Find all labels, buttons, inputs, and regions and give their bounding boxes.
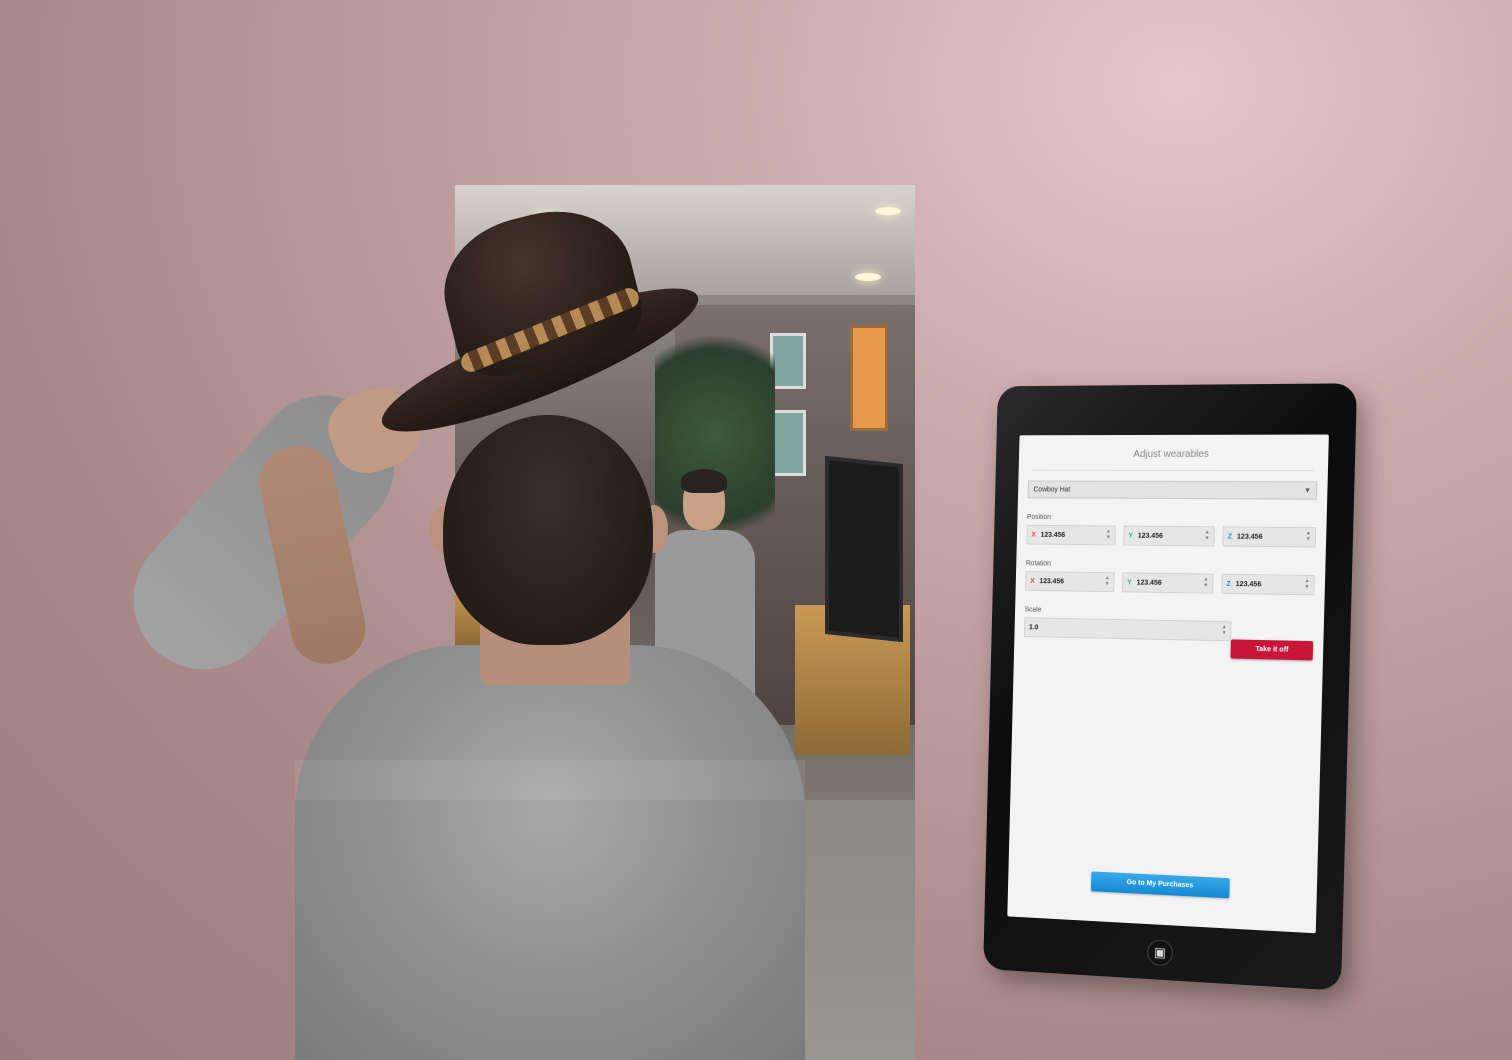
rotation-row: X 123.456 ▲ ▼ Y 123.456 ▲ ▼ Z 123.456 ▲ ▼	[1025, 571, 1315, 596]
rotation-z-value: 123.456	[1235, 580, 1262, 588]
position-y-value: 123.456	[1137, 532, 1163, 540]
axis-x-label: X	[1031, 531, 1036, 539]
scale-value: 1.0	[1028, 623, 1039, 631]
wearables-tablet: Adjust wearables Cowboy Hat ▼ Position X…	[983, 383, 1358, 991]
stepper-icon[interactable]: ▲ ▼	[1105, 575, 1110, 587]
avatar-torso	[295, 645, 805, 1060]
stepper-icon[interactable]: ▲ ▼	[1106, 528, 1111, 540]
position-y-field[interactable]: Y 123.456 ▲ ▼	[1123, 525, 1215, 547]
tablet-title: Adjust wearables	[1032, 434, 1315, 472]
rotation-x-field[interactable]: X 123.456 ▲ ▼	[1025, 571, 1115, 593]
rotation-z-field[interactable]: Z 123.456 ▲ ▼	[1221, 573, 1315, 596]
axis-y-label: Y	[1127, 578, 1132, 586]
tablet-screen: Adjust wearables Cowboy Hat ▼ Position X…	[1007, 434, 1329, 934]
sweater-band	[295, 760, 805, 800]
axis-y-label: Y	[1128, 532, 1134, 540]
axis-x-label: X	[1030, 577, 1035, 585]
vr-scene: Adjust wearables Cowboy Hat ▼ Position X…	[0, 0, 1512, 1060]
position-label: Position	[1026, 513, 1052, 522]
stepper-icon[interactable]: ▲ ▼	[1222, 624, 1227, 636]
chevron-down-icon: ▼	[1303, 486, 1312, 495]
take-it-off-button[interactable]: Take it off	[1230, 639, 1314, 661]
scale-row: 1.0 ▲ ▼ Take it off	[1023, 617, 1314, 661]
axis-z-label: Z	[1227, 532, 1233, 541]
scale-field[interactable]: 1.0 ▲ ▼	[1023, 617, 1232, 642]
rotation-label: Rotation	[1025, 560, 1051, 568]
logo-icon[interactable]: ▣	[1146, 939, 1174, 967]
stepper-icon[interactable]: ▲ ▼	[1306, 530, 1311, 542]
ceiling-light	[875, 207, 901, 215]
position-x-field[interactable]: X 123.456 ▲ ▼	[1026, 524, 1116, 546]
building-window	[850, 325, 888, 431]
axis-z-label: Z	[1226, 580, 1231, 588]
wearable-select[interactable]: Cowboy Hat ▼	[1027, 480, 1318, 500]
go-to-purchases-button[interactable]: Go to My Purchases	[1090, 871, 1230, 899]
scale-label: Scale	[1024, 606, 1042, 614]
rotation-y-field[interactable]: Y 123.456 ▲ ▼	[1122, 572, 1214, 594]
rotation-x-value: 123.456	[1039, 577, 1064, 585]
stepper-icon[interactable]: ▲ ▼	[1203, 576, 1208, 588]
cowboy-hat[interactable]	[369, 194, 711, 457]
user-avatar	[104, 366, 845, 1060]
rotation-y-value: 123.456	[1136, 579, 1162, 587]
wearable-select-value: Cowboy Hat	[1033, 485, 1071, 494]
stepper-icon[interactable]: ▲ ▼	[1205, 529, 1210, 541]
avatar-head	[443, 415, 653, 645]
position-z-value: 123.456	[1236, 533, 1263, 541]
position-z-field[interactable]: Z 123.456 ▲ ▼	[1222, 526, 1317, 548]
position-row: X 123.456 ▲ ▼ Y 123.456 ▲ ▼ Z 123.456 ▲ ▼	[1026, 524, 1317, 548]
position-x-value: 123.456	[1040, 531, 1066, 539]
stepper-icon[interactable]: ▲ ▼	[1304, 578, 1309, 590]
ceiling-light	[855, 273, 881, 281]
